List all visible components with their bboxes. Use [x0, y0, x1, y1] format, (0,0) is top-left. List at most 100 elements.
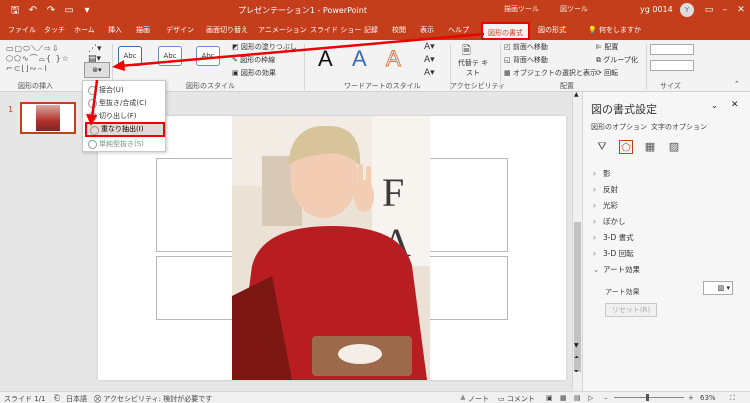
edit-shape-icon[interactable]: ⋰▾ — [88, 44, 102, 54]
tab-review[interactable]: 校閲 — [392, 25, 406, 35]
menu-item-subtract[interactable]: 単純型抜き(S) — [85, 138, 165, 151]
selection-pane-button[interactable]: ▦ オブジェクトの選択と表示 — [504, 68, 597, 78]
alt-text-button[interactable]: 代替テ キスト — [456, 58, 490, 78]
section-reflection[interactable]: › 反射 — [593, 184, 618, 195]
menu-item-combine[interactable]: 型抜き/合成(C) — [85, 97, 165, 110]
fill-line-icon[interactable]: ⛛ — [595, 140, 609, 154]
user-name[interactable]: yg 0014 — [640, 5, 673, 14]
ribbon-display-icon[interactable]: ▭ — [702, 3, 716, 17]
artistic-effect-dropdown[interactable]: ▧ ▾ — [703, 281, 733, 295]
tab-view[interactable]: 表示 — [420, 25, 434, 35]
close-icon[interactable]: ✕ — [734, 3, 748, 17]
zoom-in-icon[interactable]: + — [688, 394, 694, 402]
save-icon[interactable]: 🖫 — [8, 4, 22, 18]
tab-text-options[interactable]: 文字のオプション — [651, 122, 707, 132]
shape-style-3[interactable]: Abc — [196, 46, 220, 66]
section-label: ぼかし — [603, 217, 626, 226]
tab-picture-format[interactable]: 図の形式 — [538, 25, 566, 35]
scroll-up-icon[interactable]: ▲ — [574, 91, 579, 98]
group-label-accessibility: アクセシビリティ — [450, 82, 506, 90]
minimize-icon[interactable]: – — [718, 3, 732, 17]
previous-slide-icon[interactable]: ⏶ — [574, 354, 579, 362]
shape-fill-button[interactable]: ◩ 図形の塗りつぶし — [232, 42, 297, 52]
send-backward-label: 背面へ移動 — [512, 56, 548, 64]
text-outline-icon[interactable]: A▾ — [424, 55, 435, 65]
shape-style-1[interactable]: Abc — [118, 46, 142, 66]
collapse-ribbon-icon[interactable]: ⌃ — [734, 80, 740, 88]
tab-animations[interactable]: アニメーション — [258, 25, 307, 35]
tab-draw[interactable]: 描画 — [136, 25, 150, 35]
tab-shape-format[interactable]: 図形の書式 — [481, 22, 530, 40]
quick-access-more-icon[interactable]: ▾ — [80, 4, 94, 18]
tell-me-search[interactable]: 💡 何をしますか — [588, 25, 641, 35]
shape-outline-button[interactable]: ✎ 図形の枠線 — [232, 55, 275, 65]
tab-insert[interactable]: 挿入 — [108, 25, 122, 35]
slide-sorter-icon[interactable]: ▦ — [560, 394, 567, 402]
tab-slideshow[interactable]: スライド ショー — [310, 25, 361, 35]
redo-icon[interactable]: ↷ — [44, 4, 58, 18]
section-artistic-effects[interactable]: ⌄ アート効果 — [593, 264, 640, 275]
section-3d-format[interactable]: › 3-D 書式 — [593, 232, 634, 243]
size-properties-icon[interactable]: ▦ — [643, 140, 657, 154]
pane-options-chevron-icon[interactable]: ⌄ — [711, 101, 718, 110]
merge-shapes-button[interactable]: ⊛▾ — [84, 62, 110, 78]
menu-item-intersect[interactable]: 重なり抽出(I) — [85, 122, 165, 137]
reset-button[interactable]: リセット(R) — [605, 303, 657, 317]
zoom-slider[interactable] — [614, 397, 684, 398]
avatar[interactable]: Y — [680, 3, 694, 17]
picture-icon[interactable]: ▨ — [667, 140, 681, 154]
height-input[interactable] — [650, 44, 694, 55]
section-shadow[interactable]: › 影 — [593, 168, 611, 179]
tab-shape-options[interactable]: 図形のオプション — [591, 122, 647, 132]
section-glow[interactable]: › 光彩 — [593, 200, 618, 211]
tab-transitions[interactable]: 画面切り替え — [206, 25, 248, 35]
spelling-icon[interactable]: ⎗ — [54, 394, 60, 403]
wordart-style-2[interactable]: A — [352, 46, 367, 72]
effects-pentagon-icon[interactable]: ⬠ — [619, 140, 633, 154]
group-button[interactable]: ⧉ グループ化 — [596, 55, 638, 65]
selected-photo[interactable]: F A — [232, 116, 430, 380]
section-3d-rotation[interactable]: › 3-D 回転 — [593, 248, 634, 259]
zoom-level[interactable]: 63% — [700, 394, 716, 402]
shapes-gallery[interactable]: ▭▢⬭⟍⟋⇨⇩ ⬡⬠∿⌒⌓{ }☆ ⌐⊂⌊⌋∾⌢⌇ — [6, 44, 76, 78]
tab-design[interactable]: デザイン — [166, 25, 194, 35]
effects-icon: ▣ — [232, 69, 241, 77]
slide-thumbnail-pane — [0, 92, 90, 391]
slide-vertical-scrollbar[interactable]: ▲ ▼ ⏶ ⏷ — [572, 91, 582, 391]
tab-record[interactable]: 記録 — [364, 25, 378, 35]
scrollbar-thumb[interactable] — [574, 222, 581, 372]
text-effects-icon[interactable]: A▾ — [424, 68, 435, 78]
reading-view-icon[interactable]: ▤ — [574, 394, 581, 402]
pane-close-icon[interactable]: ✕ — [731, 100, 739, 110]
zoom-slider-thumb[interactable] — [646, 394, 649, 401]
tab-home[interactable]: ホーム — [74, 25, 95, 35]
slideshow-start-icon[interactable]: ▭ — [62, 4, 76, 18]
fit-slide-icon[interactable]: ⛶ — [730, 394, 735, 403]
text-fill-icon[interactable]: A▾ — [424, 42, 435, 52]
align-button[interactable]: ⊫ 配置 — [596, 42, 618, 52]
zoom-out-icon[interactable]: – — [604, 394, 608, 402]
status-language[interactable]: 日本語 — [66, 394, 87, 403]
shape-style-2[interactable]: Abc — [158, 46, 182, 66]
section-soft-edges[interactable]: › ぼかし — [593, 216, 626, 227]
rotate-button[interactable]: ⟳ 回転 — [596, 68, 618, 78]
shape-effects-button[interactable]: ▣ 図形の効果 — [232, 68, 276, 78]
status-comments[interactable]: ▭ コメント — [498, 394, 535, 403]
wordart-style-3[interactable]: A — [386, 46, 402, 72]
undo-icon[interactable]: ↶ — [26, 4, 40, 18]
wordart-style-1[interactable]: A — [318, 46, 333, 72]
slide-thumbnail[interactable] — [20, 102, 76, 134]
tab-file[interactable]: ファイル — [8, 25, 36, 35]
scroll-down-icon[interactable]: ▼ — [574, 342, 579, 349]
next-slide-icon[interactable]: ⏷ — [574, 368, 579, 376]
tab-touch[interactable]: タッチ — [44, 25, 65, 35]
tab-help[interactable]: ヘルプ — [448, 25, 469, 35]
status-accessibility[interactable]: ⛒ アクセシビリティ: 検討が必要です — [94, 394, 212, 403]
width-input[interactable] — [650, 60, 694, 71]
bring-forward-button[interactable]: ◰ 前面へ移動 — [504, 42, 548, 52]
status-notes[interactable]: ≜ ノート — [460, 394, 489, 403]
menu-item-union[interactable]: 接合(U) — [85, 84, 165, 97]
normal-view-icon[interactable]: ▣ — [546, 394, 553, 402]
slideshow-view-icon[interactable]: ▷ — [588, 394, 593, 402]
send-backward-button[interactable]: ◱ 背面へ移動 — [504, 55, 548, 65]
